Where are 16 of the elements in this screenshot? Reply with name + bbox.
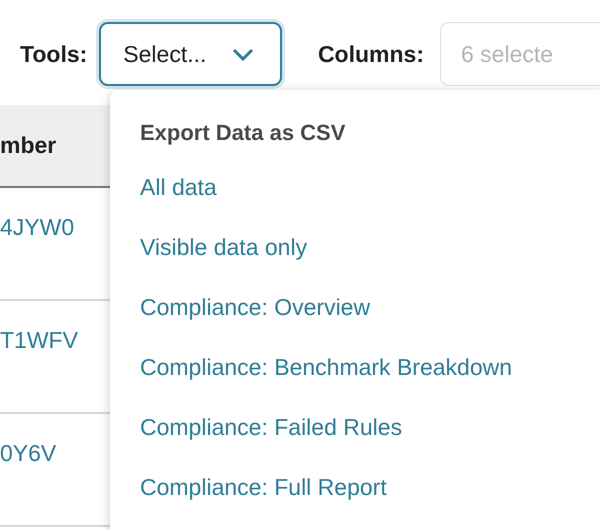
columns-label: Columns: (318, 40, 424, 68)
column-header: mber (0, 105, 110, 188)
table-cell[interactable]: T1WFV (0, 327, 78, 353)
menu-item[interactable]: Compliance: Overview (140, 294, 370, 354)
menu-item[interactable]: Compliance: Failed Rules (140, 414, 402, 474)
tools-label: Tools: (20, 40, 88, 68)
table-cell[interactable]: 0Y6V (0, 440, 56, 466)
menu-heading: Export Data as CSV (140, 120, 346, 146)
menu-item[interactable]: Compliance: Full Report (140, 474, 387, 530)
menu-item[interactable]: All data (140, 174, 217, 234)
chevron-down-icon (232, 48, 254, 60)
menu-item[interactable]: Compliance: Benchmark Breakdown (140, 354, 512, 414)
menu-item[interactable]: Visible data only (140, 234, 308, 294)
table-cell[interactable]: 4JYW0 (0, 214, 74, 240)
tools-select[interactable]: Select... (99, 22, 282, 86)
columns-field[interactable]: 6 selecte (440, 22, 600, 86)
